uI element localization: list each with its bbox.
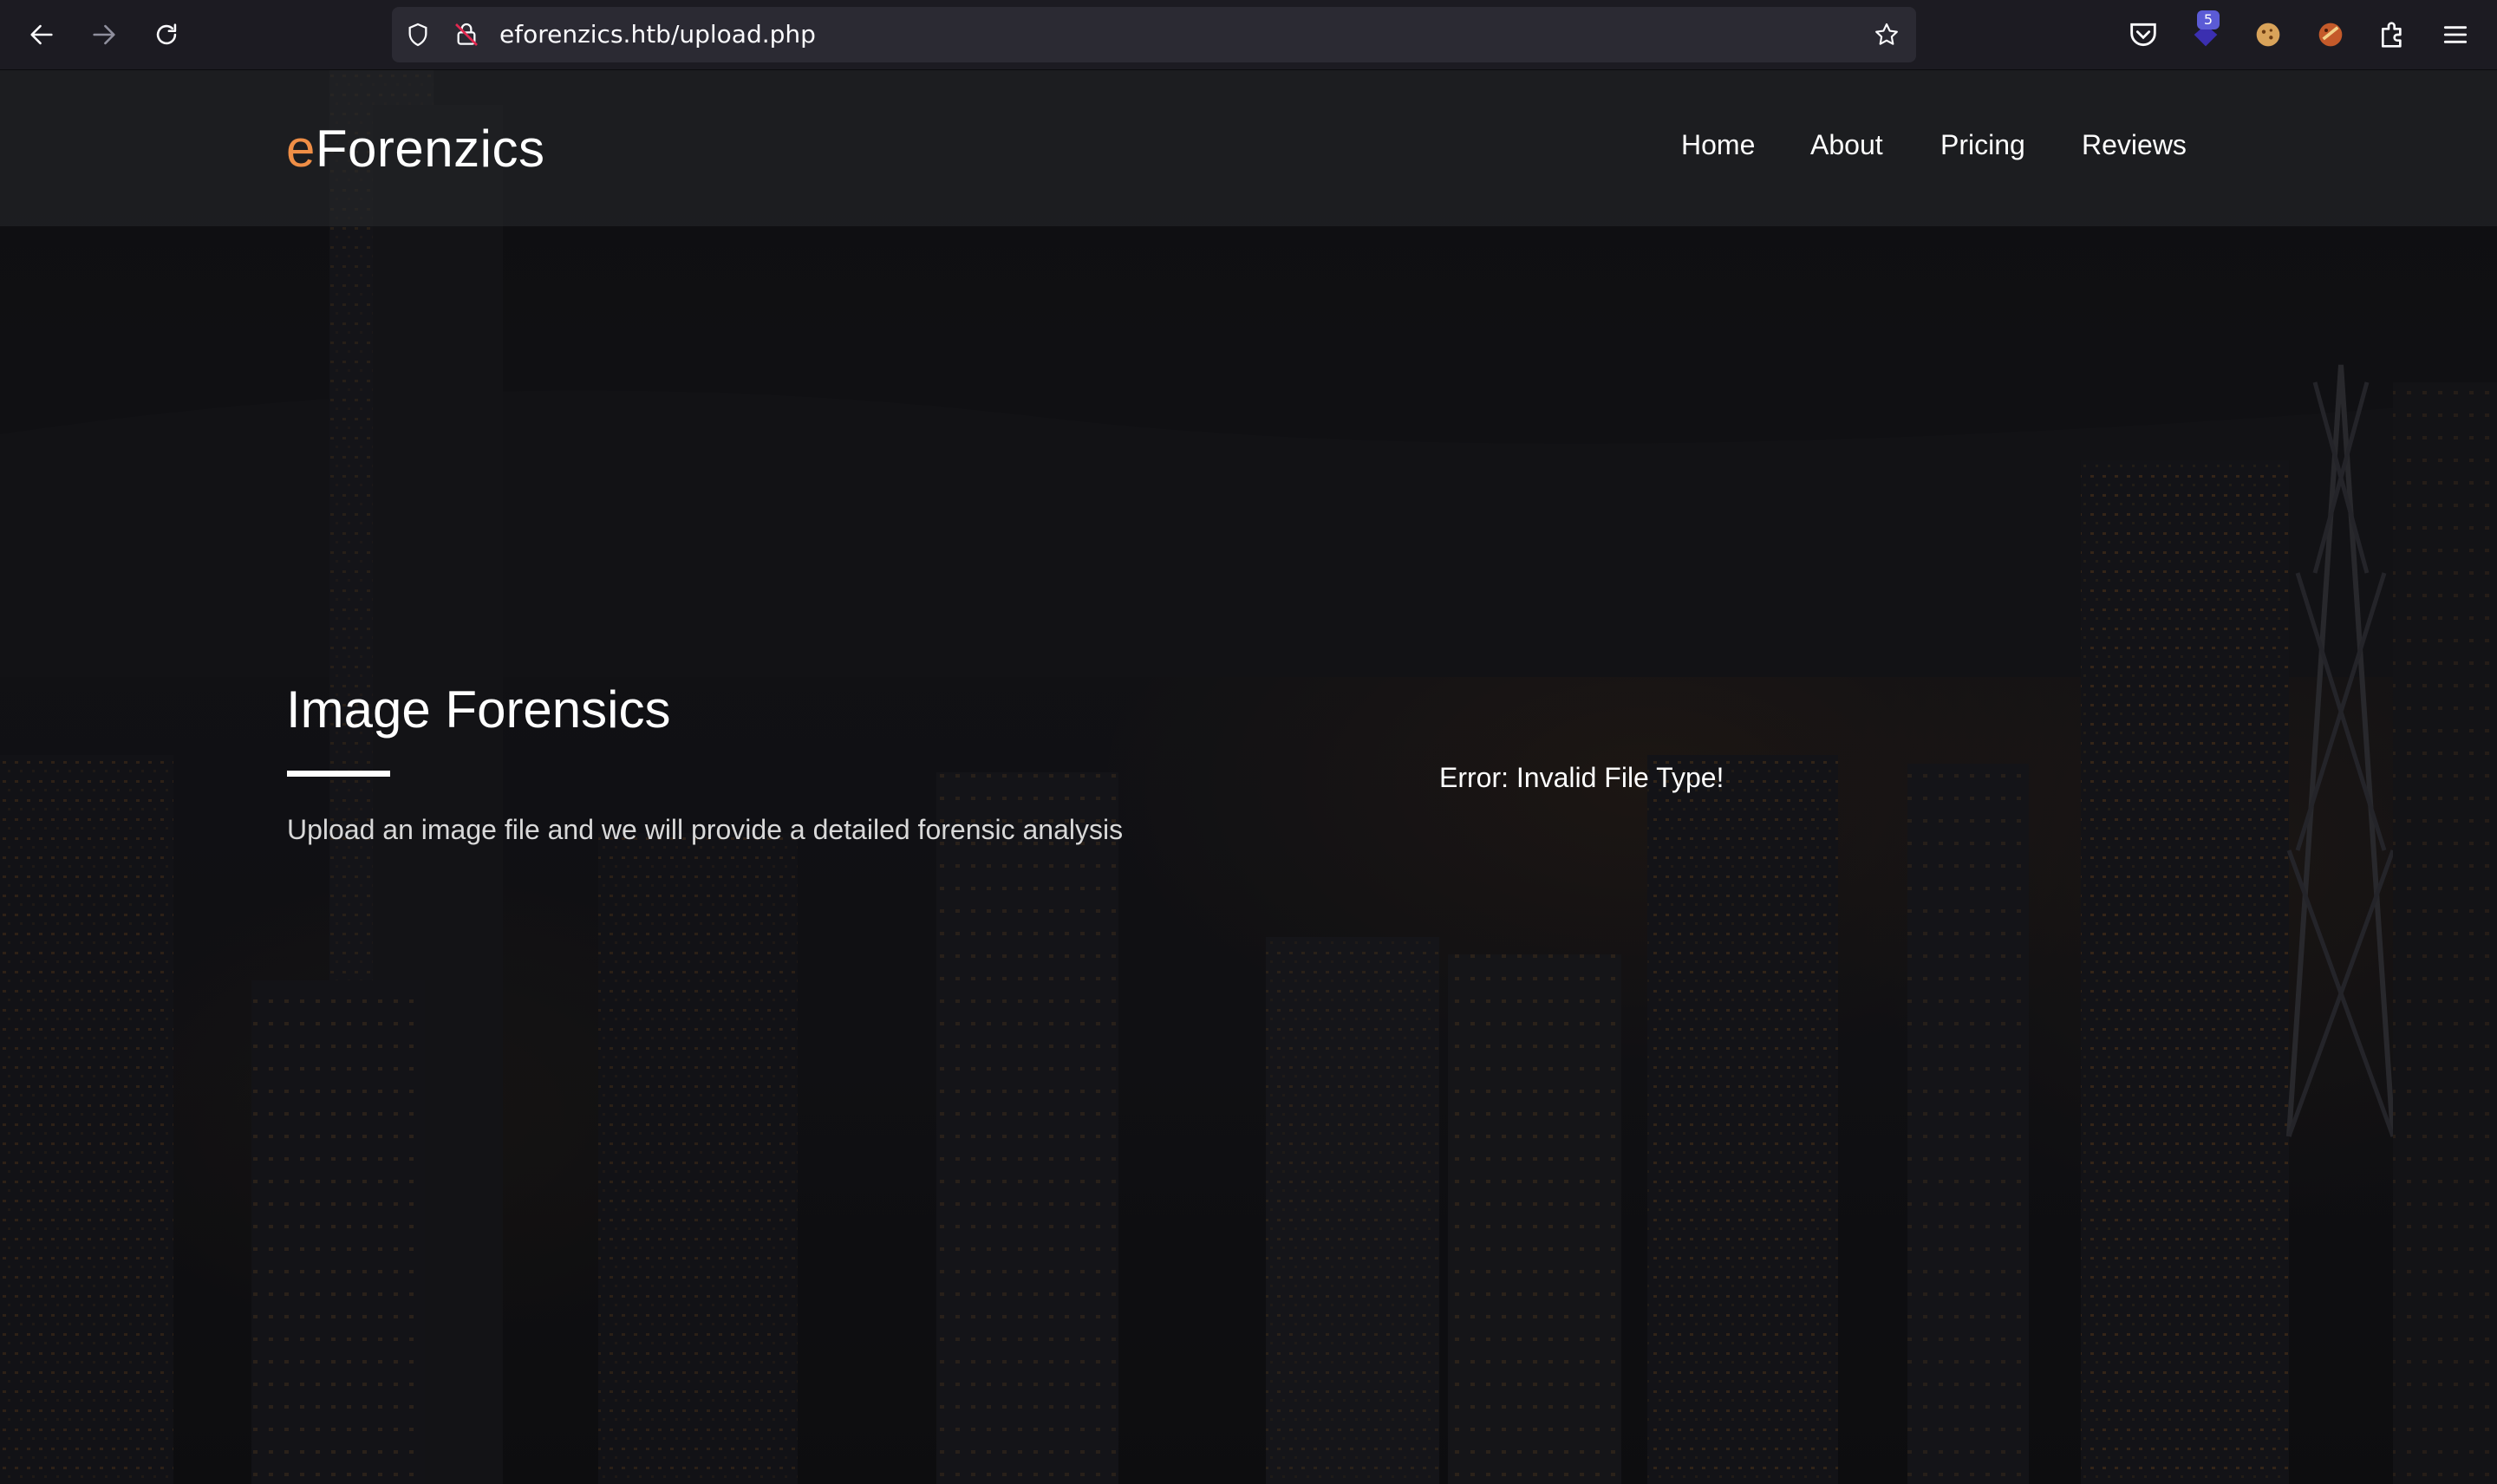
cookie-icon[interactable] [2251,17,2285,52]
star-icon[interactable] [1873,21,1900,49]
page-title: Image Forensics [286,680,671,739]
reload-button[interactable] [147,16,186,54]
browser-toolbar: eforenzics.htb/upload.php 5 [0,0,2497,70]
back-button[interactable] [23,16,61,54]
pocket-icon[interactable] [2126,17,2161,52]
extension-badge: 5 [2197,10,2220,29]
site-header: eForenzics Home About Pricing Reviews [0,70,2497,226]
url-text[interactable]: eforenzics.htb/upload.php [499,7,816,62]
city-background-image [0,70,2497,1484]
shield-icon[interactable] [404,21,432,49]
nav-home[interactable]: Home [1681,129,1755,161]
page-subtitle: Upload an image file and we will provide… [287,814,1124,845]
arrow-right-icon [93,24,115,45]
site-logo[interactable]: eForenzics [286,119,544,179]
nav-reviews[interactable]: Reviews [2082,129,2187,161]
nav-pricing[interactable]: Pricing [1940,129,2025,161]
puzzle-icon[interactable] [2376,17,2410,52]
reload-icon [156,23,177,45]
hamburger-menu-icon[interactable] [2438,17,2473,52]
logo-text: Forenzics [315,120,545,178]
address-bar[interactable]: eforenzics.htb/upload.php [392,7,1916,62]
logo-accent: e [286,120,316,178]
nav-about[interactable]: About [1810,129,1883,161]
cookie-editor-icon[interactable] [2313,17,2348,52]
arrow-left-icon [30,24,53,45]
insecure-lock-icon[interactable] [453,21,480,49]
error-message: Error: Invalid File Type! [1439,762,1724,793]
title-underline [287,771,390,777]
page-viewport: eForenzics Home About Pricing Reviews Im… [0,70,2497,1484]
forward-button[interactable] [85,16,123,54]
